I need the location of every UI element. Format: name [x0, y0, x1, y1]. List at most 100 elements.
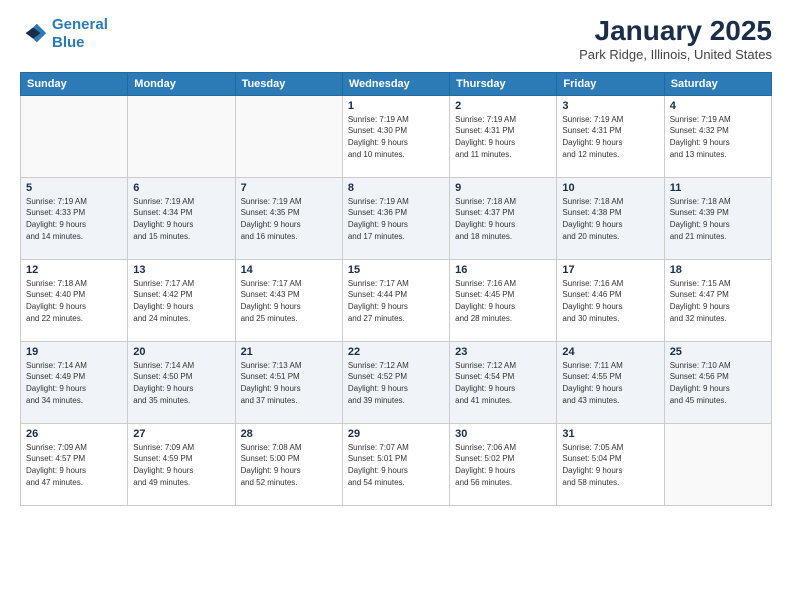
- calendar-cell: 13 Sunrise: 7:17 AMSunset: 4:42 PMDayligh…: [128, 259, 235, 341]
- cell-info: Sunrise: 7:08 AMSunset: 5:00 PMDaylight:…: [241, 442, 337, 488]
- calendar-cell: 5 Sunrise: 7:19 AMSunset: 4:33 PMDaylight…: [21, 177, 128, 259]
- cell-date: 17: [562, 264, 658, 276]
- cell-date: 1: [348, 100, 444, 112]
- cell-date: 19: [26, 346, 122, 358]
- cell-date: 20: [133, 346, 229, 358]
- calendar-cell: 10 Sunrise: 7:18 AMSunset: 4:38 PMDayligh…: [557, 177, 664, 259]
- cell-date: 22: [348, 346, 444, 358]
- calendar-cell: 26 Sunrise: 7:09 AMSunset: 4:57 PMDayligh…: [21, 423, 128, 505]
- cell-info: Sunrise: 7:07 AMSunset: 5:01 PMDaylight:…: [348, 442, 444, 488]
- cell-date: 4: [670, 100, 766, 112]
- calendar-table: SundayMondayTuesdayWednesdayThursdayFrid…: [20, 72, 772, 506]
- cell-date: 14: [241, 264, 337, 276]
- calendar-cell: 2Sunrise: 7:19 AMSunset: 4:31 PMDaylight…: [450, 95, 557, 177]
- cell-info: Sunrise: 7:17 AMSunset: 4:43 PMDaylight:…: [241, 278, 337, 324]
- cell-info: Sunrise: 7:14 AMSunset: 4:50 PMDaylight:…: [133, 360, 229, 406]
- cell-date: 24: [562, 346, 658, 358]
- cell-info: Sunrise: 7:19 AMSunset: 4:33 PMDaylight:…: [26, 196, 122, 242]
- logo-blue: Blue: [52, 34, 85, 51]
- calendar-cell: [21, 95, 128, 177]
- cell-info: Sunrise: 7:09 AMSunset: 4:59 PMDaylight:…: [133, 442, 229, 488]
- logo-general: General: [52, 16, 108, 33]
- cell-info: Sunrise: 7:18 AMSunset: 4:38 PMDaylight:…: [562, 196, 658, 242]
- calendar-cell: [235, 95, 342, 177]
- cell-info: Sunrise: 7:16 AMSunset: 4:46 PMDaylight:…: [562, 278, 658, 324]
- cell-info: Sunrise: 7:11 AMSunset: 4:55 PMDaylight:…: [562, 360, 658, 406]
- calendar-cell: 20 Sunrise: 7:14 AMSunset: 4:50 PMDayligh…: [128, 341, 235, 423]
- calendar-cell: 28Sunrise: 7:08 AMSunset: 5:00 PMDayligh…: [235, 423, 342, 505]
- calendar-cell: 19Sunrise: 7:14 AMSunset: 4:49 PMDayligh…: [21, 341, 128, 423]
- weekday-thursday: Thursday: [450, 72, 557, 95]
- cell-date: 6: [133, 182, 229, 194]
- calendar-cell: 29 Sunrise: 7:07 AMSunset: 5:01 PMDayligh…: [342, 423, 449, 505]
- cell-info: Sunrise: 7:17 AMSunset: 4:44 PMDaylight:…: [348, 278, 444, 324]
- cell-date: 21: [241, 346, 337, 358]
- logo-text: General Blue: [52, 16, 108, 52]
- cell-info: Sunrise: 7:06 AMSunset: 5:02 PMDaylight:…: [455, 442, 551, 488]
- calendar-cell: 6 Sunrise: 7:19 AMSunset: 4:34 PMDaylight…: [128, 177, 235, 259]
- calendar-cell: 30 Sunrise: 7:06 AMSunset: 5:02 PMDayligh…: [450, 423, 557, 505]
- calendar-cell: 23 Sunrise: 7:12 AMSunset: 4:54 PMDayligh…: [450, 341, 557, 423]
- calendar-cell: 22 Sunrise: 7:12 AMSunset: 4:52 PMDayligh…: [342, 341, 449, 423]
- calendar-cell: [664, 423, 771, 505]
- cell-info: Sunrise: 7:19 AMSunset: 4:34 PMDaylight:…: [133, 196, 229, 242]
- weekday-saturday: Saturday: [664, 72, 771, 95]
- calendar-cell: 1 Sunrise: 7:19 AMSunset: 4:30 PMDaylight…: [342, 95, 449, 177]
- cell-date: 11: [670, 182, 766, 194]
- cell-date: 29: [348, 428, 444, 440]
- cell-info: Sunrise: 7:15 AMSunset: 4:47 PMDaylight:…: [670, 278, 766, 324]
- cell-date: 18: [670, 264, 766, 276]
- cell-date: 27: [133, 428, 229, 440]
- calendar-cell: 16Sunrise: 7:16 AMSunset: 4:45 PMDayligh…: [450, 259, 557, 341]
- cell-date: 25: [670, 346, 766, 358]
- cell-info: Sunrise: 7:18 AMSunset: 4:37 PMDaylight:…: [455, 196, 551, 242]
- cell-date: 31: [562, 428, 658, 440]
- calendar-cell: 27 Sunrise: 7:09 AMSunset: 4:59 PMDayligh…: [128, 423, 235, 505]
- cell-info: Sunrise: 7:19 AMSunset: 4:32 PMDaylight:…: [670, 114, 766, 160]
- logo: General Blue: [20, 16, 108, 52]
- header: General Blue January 2025 Park Ridge, Il…: [20, 16, 772, 62]
- cell-info: Sunrise: 7:18 AMSunset: 4:40 PMDaylight:…: [26, 278, 122, 324]
- cell-date: 9: [455, 182, 551, 194]
- cell-info: Sunrise: 7:05 AMSunset: 5:04 PMDaylight:…: [562, 442, 658, 488]
- cell-date: 7: [241, 182, 337, 194]
- cell-info: Sunrise: 7:19 AMSunset: 4:31 PMDaylight:…: [562, 114, 658, 160]
- calendar-cell: 25 Sunrise: 7:10 AMSunset: 4:56 PMDayligh…: [664, 341, 771, 423]
- calendar-cell: 7 Sunrise: 7:19 AMSunset: 4:35 PMDaylight…: [235, 177, 342, 259]
- calendar-cell: 11 Sunrise: 7:18 AMSunset: 4:39 PMDayligh…: [664, 177, 771, 259]
- cell-info: Sunrise: 7:17 AMSunset: 4:42 PMDaylight:…: [133, 278, 229, 324]
- cell-date: 16: [455, 264, 551, 276]
- cell-info: Sunrise: 7:18 AMSunset: 4:39 PMDaylight:…: [670, 196, 766, 242]
- cell-info: Sunrise: 7:19 AMSunset: 4:30 PMDaylight:…: [348, 114, 444, 160]
- calendar-cell: 3 Sunrise: 7:19 AMSunset: 4:31 PMDaylight…: [557, 95, 664, 177]
- calendar-cell: 9 Sunrise: 7:18 AMSunset: 4:37 PMDaylight…: [450, 177, 557, 259]
- cell-info: Sunrise: 7:19 AMSunset: 4:36 PMDaylight:…: [348, 196, 444, 242]
- cell-date: 30: [455, 428, 551, 440]
- calendar-cell: 17 Sunrise: 7:16 AMSunset: 4:46 PMDayligh…: [557, 259, 664, 341]
- cell-date: 26: [26, 428, 122, 440]
- calendar-cell: [128, 95, 235, 177]
- cell-date: 10: [562, 182, 658, 194]
- calendar-cell: 8Sunrise: 7:19 AMSunset: 4:36 PMDaylight…: [342, 177, 449, 259]
- cell-date: 23: [455, 346, 551, 358]
- calendar-cell: 15 Sunrise: 7:17 AMSunset: 4:44 PMDayligh…: [342, 259, 449, 341]
- weekday-monday: Monday: [128, 72, 235, 95]
- calendar-cell: 4 Sunrise: 7:19 AMSunset: 4:32 PMDaylight…: [664, 95, 771, 177]
- calendar-cell: 21 Sunrise: 7:13 AMSunset: 4:51 PMDayligh…: [235, 341, 342, 423]
- cell-info: Sunrise: 7:10 AMSunset: 4:56 PMDaylight:…: [670, 360, 766, 406]
- cell-info: Sunrise: 7:19 AMSunset: 4:31 PMDaylight:…: [455, 114, 551, 160]
- cell-info: Sunrise: 7:13 AMSunset: 4:51 PMDaylight:…: [241, 360, 337, 406]
- cell-info: Sunrise: 7:19 AMSunset: 4:35 PMDaylight:…: [241, 196, 337, 242]
- calendar-cell: 14 Sunrise: 7:17 AMSunset: 4:43 PMDayligh…: [235, 259, 342, 341]
- cell-info: Sunrise: 7:12 AMSunset: 4:52 PMDaylight:…: [348, 360, 444, 406]
- cell-date: 15: [348, 264, 444, 276]
- cell-date: 3: [562, 100, 658, 112]
- title-block: January 2025 Park Ridge, Illinois, Unite…: [579, 16, 772, 62]
- cell-date: 13: [133, 264, 229, 276]
- calendar-cell: 24 Sunrise: 7:11 AMSunset: 4:55 PMDayligh…: [557, 341, 664, 423]
- weekday-sunday: Sunday: [21, 72, 128, 95]
- cell-info: Sunrise: 7:12 AMSunset: 4:54 PMDaylight:…: [455, 360, 551, 406]
- week-row-5: 26 Sunrise: 7:09 AMSunset: 4:57 PMDayligh…: [21, 423, 772, 505]
- cell-info: Sunrise: 7:09 AMSunset: 4:57 PMDaylight:…: [26, 442, 122, 488]
- cell-date: 5: [26, 182, 122, 194]
